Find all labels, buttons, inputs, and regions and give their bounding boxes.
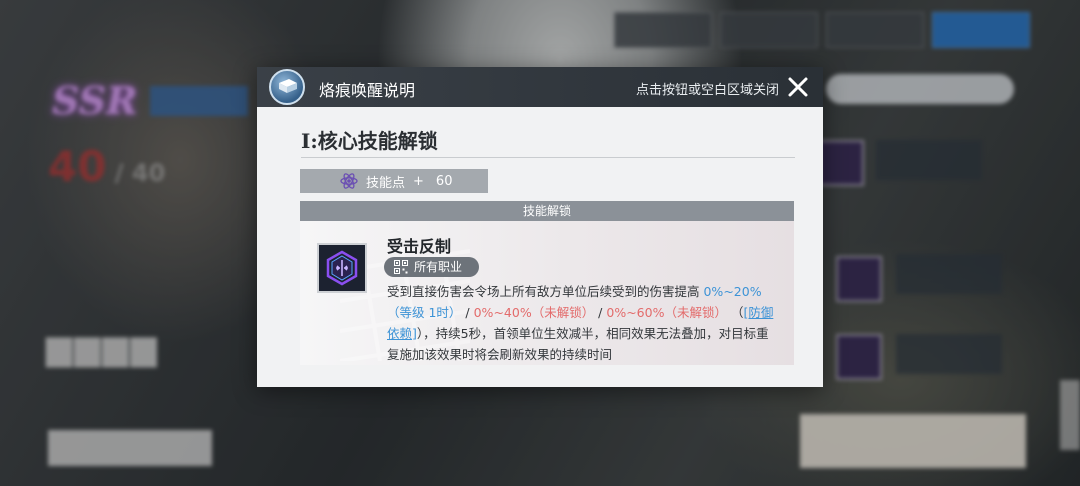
atom-icon <box>340 173 358 189</box>
desc-text-rest: ），持续5秒，首领单位生效减半，相同效果无法叠加，对目标重复施加该效果时将会刷新… <box>387 326 769 362</box>
qr-code-icon <box>394 260 408 274</box>
modal-title: 烙痕唤醒说明 <box>319 81 416 100</box>
skill-description: 受到直接伤害会令场上所有敌方单位后续受到的伤害提高 0%~20%（等级 1时） … <box>387 281 779 365</box>
modal-header: 烙痕唤醒说明 点击按钮或空白区域关闭 <box>257 67 823 107</box>
book-icon <box>269 69 305 105</box>
counterattack-skill-icon <box>317 243 367 293</box>
section-divider <box>301 157 795 158</box>
desc-text: 受到直接伤害会令场上所有敌方单位后续受到的伤害提高 <box>387 284 704 299</box>
desc-separator: / <box>594 305 607 320</box>
skill-card: 受击反制 所有职业 受到直接伤害会令场上所有敌方单位后续受到的伤害提高 0%~2… <box>300 221 794 365</box>
desc-value-locked-3: 0%~60%（未解锁） <box>606 305 727 320</box>
class-tag: 所有职业 <box>384 257 479 277</box>
unlock-header: 技能解锁 <box>300 201 794 221</box>
close-icon[interactable] <box>787 76 809 98</box>
skill-name: 受击反制 <box>387 237 452 256</box>
desc-value-locked-2: 0%~40%（未解锁） <box>473 305 595 320</box>
awakening-info-modal: 烙痕唤醒说明 点击按钮或空白区域关闭 I:核心技能解锁 技能点 + 60 技能解… <box>257 67 823 387</box>
close-hint: 点击按钮或空白区域关闭 <box>635 83 779 98</box>
skill-points-badge: 技能点 + 60 <box>300 169 488 193</box>
section-title: I:核心技能解锁 <box>301 129 438 153</box>
class-tag-label: 所有职业 <box>414 260 463 274</box>
desc-paren-open: （ <box>726 305 744 320</box>
skill-points-plus: + <box>413 173 424 189</box>
skill-points-label: 技能点 <box>366 175 406 191</box>
skill-points-value: 60 <box>435 173 453 189</box>
desc-separator: / <box>461 305 474 320</box>
